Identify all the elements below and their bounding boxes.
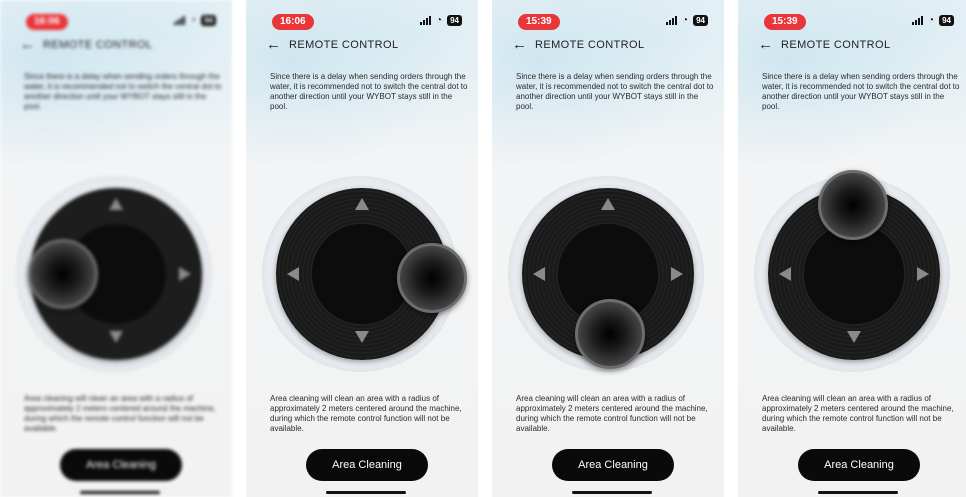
joystick-knob[interactable] (28, 239, 98, 309)
system-icons: ◔ 94 (912, 15, 954, 26)
wifi-icon: ◔ (190, 15, 197, 26)
delay-description: Since there is a delay when sending orde… (24, 72, 222, 111)
system-icons: ◔ 94 (420, 15, 462, 26)
status-bar: 15:39 ◔ 94 (492, 0, 724, 34)
system-icons: ◔ 94 (174, 15, 216, 26)
home-indicator[interactable] (818, 491, 898, 494)
joystick-knob[interactable] (818, 170, 888, 240)
area-cleaning-button[interactable]: Area Cleaning (798, 449, 920, 481)
area-cleaning-note: Area cleaning will clean an area with a … (762, 394, 954, 433)
back-arrow-icon[interactable]: ← (266, 37, 281, 52)
page-title: REMOTE CONTROL (781, 39, 891, 51)
joystick-knob[interactable] (397, 243, 467, 313)
screen-header: ← REMOTE CONTROL (266, 37, 399, 52)
arrow-left-icon (533, 267, 545, 281)
phone-screen-2: 16:06 ◔ 94 ← REMOTE CONTROL Since there … (246, 0, 478, 497)
screen-header: ← REMOTE CONTROL (512, 37, 645, 52)
arrow-right-icon (179, 267, 191, 281)
delay-description: Since there is a delay when sending orde… (270, 72, 468, 111)
signal-icon (912, 16, 924, 25)
status-bar: 16:06 ◔ 94 (246, 0, 478, 34)
arrow-left-icon (287, 267, 299, 281)
back-arrow-icon[interactable]: ← (512, 37, 527, 52)
wifi-icon: ◔ (928, 15, 935, 26)
area-cleaning-note: Area cleaning will clean an area with a … (270, 394, 462, 433)
signal-icon (174, 16, 186, 25)
area-cleaning-button[interactable]: Area Cleaning (306, 449, 428, 481)
signal-icon (666, 16, 678, 25)
wifi-icon: ◔ (682, 15, 689, 26)
arrow-down-icon (847, 331, 861, 343)
phone-screen-1: 16:06 ◔ 94 ← REMOTE CONTROL Since there … (0, 0, 232, 497)
arrow-up-icon (355, 198, 369, 210)
area-cleaning-note: Area cleaning will clean an area with a … (516, 394, 708, 433)
page-title: REMOTE CONTROL (535, 39, 645, 51)
signal-icon (420, 16, 432, 25)
phone-screen-4: 15:39 ◔ 94 ← REMOTE CONTROL Since there … (738, 0, 966, 497)
status-time: 15:39 (764, 14, 806, 30)
status-time: 16:06 (272, 14, 314, 30)
arrow-up-icon (109, 198, 123, 210)
battery-icon: 94 (939, 15, 954, 26)
system-icons: ◔ 94 (666, 15, 708, 26)
back-arrow-icon[interactable]: ← (20, 37, 35, 52)
area-cleaning-button[interactable]: Area Cleaning (60, 449, 182, 481)
status-bar: 16:06 ◔ 94 (0, 0, 232, 34)
back-arrow-icon[interactable]: ← (758, 37, 773, 52)
home-indicator[interactable] (80, 491, 160, 494)
area-cleaning-note: Area cleaning will clean an area with a … (24, 394, 216, 433)
screen-header: ← REMOTE CONTROL (20, 37, 153, 52)
battery-icon: 94 (447, 15, 462, 26)
status-time: 15:39 (518, 14, 560, 30)
battery-icon: 94 (201, 15, 216, 26)
page-title: REMOTE CONTROL (289, 39, 399, 51)
phone-screen-3: 15:39 ◔ 94 ← REMOTE CONTROL Since there … (492, 0, 724, 497)
status-time: 16:06 (26, 14, 68, 30)
area-cleaning-button[interactable]: Area Cleaning (552, 449, 674, 481)
joystick-knob[interactable] (575, 299, 645, 369)
home-indicator[interactable] (326, 491, 406, 494)
screen-header: ← REMOTE CONTROL (758, 37, 891, 52)
arrow-right-icon (671, 267, 683, 281)
arrow-up-icon (601, 198, 615, 210)
arrow-right-icon (917, 267, 929, 281)
wifi-icon: ◔ (436, 15, 443, 26)
page-title: REMOTE CONTROL (43, 39, 153, 51)
delay-description: Since there is a delay when sending orde… (762, 72, 960, 111)
arrow-down-icon (109, 331, 123, 343)
status-bar: 15:39 ◔ 94 (738, 0, 966, 34)
battery-icon: 94 (693, 15, 708, 26)
arrow-left-icon (779, 267, 791, 281)
arrow-down-icon (355, 331, 369, 343)
delay-description: Since there is a delay when sending orde… (516, 72, 714, 111)
home-indicator[interactable] (572, 491, 652, 494)
